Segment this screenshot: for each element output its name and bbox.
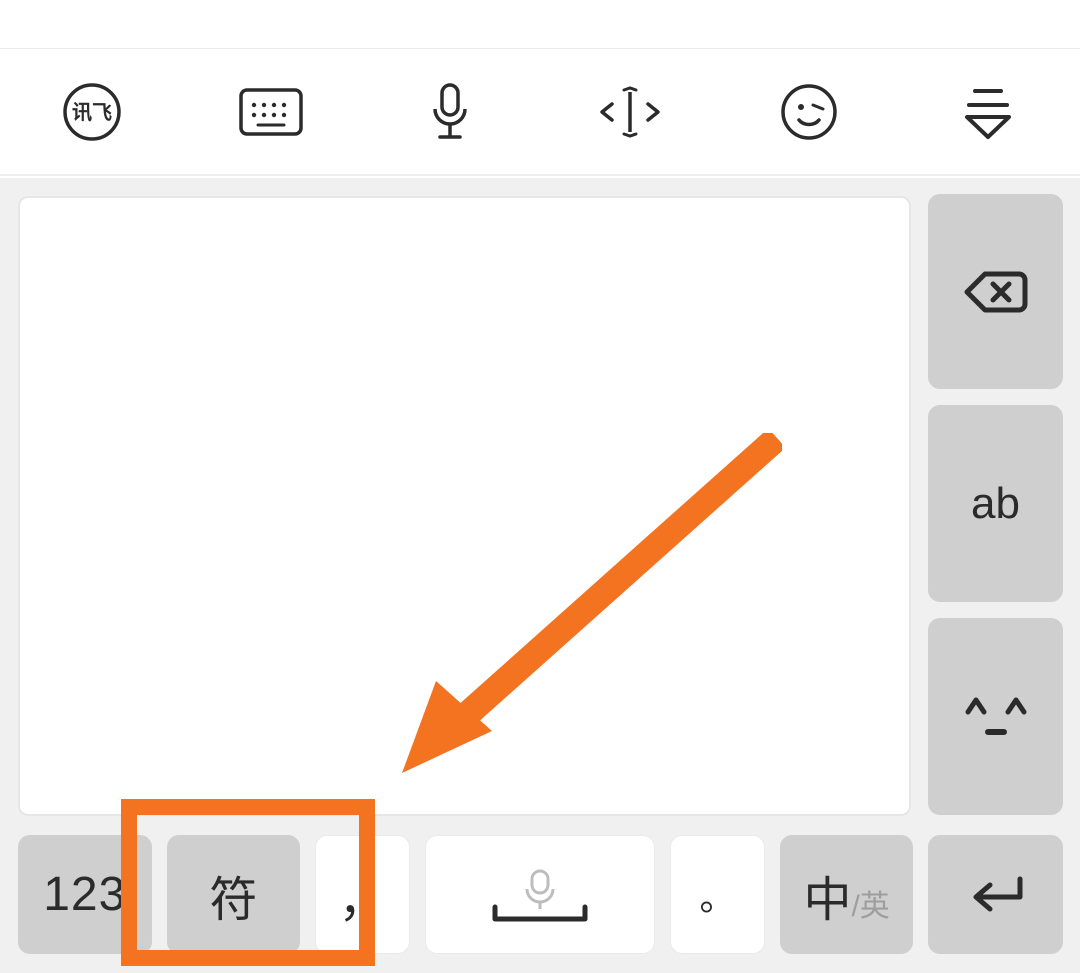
period-key-label: 。 bbox=[699, 869, 735, 921]
handwriting-area[interactable] bbox=[18, 196, 911, 816]
lang-key-sub: /英 bbox=[851, 881, 889, 925]
ime-screenshot: 讯飞 bbox=[0, 0, 1080, 973]
ime-logo-icon[interactable]: 讯飞 bbox=[52, 72, 132, 152]
bottom-key-row: 123 符 ， 。 bbox=[18, 835, 1063, 954]
side-key-column: ab bbox=[928, 194, 1063, 815]
lang-key-main: 中 bbox=[803, 860, 851, 930]
svg-text:讯飞: 讯飞 bbox=[72, 101, 112, 124]
keyboard-body: ab 123 符 ， bbox=[0, 178, 1080, 973]
period-key[interactable]: 。 bbox=[670, 835, 765, 954]
ime-toolbar: 讯飞 bbox=[0, 49, 1080, 176]
cursor-move-icon[interactable] bbox=[590, 72, 670, 152]
backspace-key[interactable] bbox=[928, 194, 1063, 389]
num-key[interactable]: 123 bbox=[18, 835, 152, 954]
symbol-key-label: 符 bbox=[209, 860, 257, 930]
space-key[interactable] bbox=[425, 835, 655, 954]
comma-key[interactable]: ， bbox=[315, 835, 410, 954]
kaomoji-key[interactable] bbox=[928, 618, 1063, 815]
ab-key-label: ab bbox=[971, 479, 1020, 529]
lang-key[interactable]: 中 /英 bbox=[780, 835, 914, 954]
keyboard-layout-icon[interactable] bbox=[231, 72, 311, 152]
emoji-icon[interactable] bbox=[769, 72, 849, 152]
mic-icon[interactable] bbox=[410, 72, 490, 152]
symbol-key[interactable]: 符 bbox=[167, 835, 301, 954]
enter-key[interactable] bbox=[928, 835, 1063, 954]
ab-key[interactable]: ab bbox=[928, 405, 1063, 602]
collapse-keyboard-icon[interactable] bbox=[948, 72, 1028, 152]
comma-key-label: ， bbox=[339, 860, 387, 930]
app-top-strip bbox=[0, 0, 1080, 49]
num-key-label: 123 bbox=[43, 867, 126, 922]
